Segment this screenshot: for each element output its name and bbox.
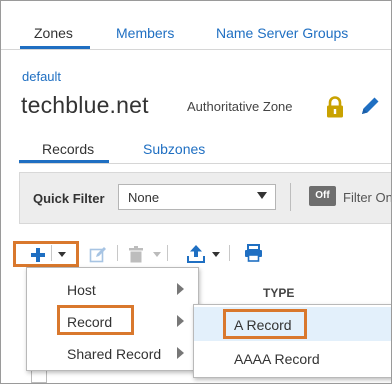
divider [229,245,230,261]
column-header-type[interactable]: TYPE [263,286,294,300]
menu-item-aaaa-record[interactable]: AAAA Record [194,341,391,375]
delete-dropdown-caret-icon[interactable] [153,252,161,257]
active-subtab-indicator [19,160,109,163]
menu-item-host[interactable]: Host [27,272,198,304]
divider [167,245,168,261]
edit-icon[interactable] [89,246,107,263]
add-dropdown-caret-icon[interactable] [58,252,66,257]
submenu-arrow-icon [177,283,184,295]
zone-editor-panel: Zones Members Name Server Groups default… [0,0,392,384]
menu-item-label: Host [67,282,96,298]
divider [51,245,52,261]
print-icon[interactable] [244,244,263,262]
filter-on-label: Filter On [343,190,392,205]
tab-records[interactable]: Records [42,141,94,157]
submenu-arrow-icon [177,315,184,327]
divider [290,183,291,211]
chevron-down-icon [257,192,267,199]
menu-item-record[interactable]: Record [27,304,198,336]
menu-item-label: A Record [234,317,292,333]
menu-item-label: Record [67,314,113,330]
quick-filter-value: None [128,190,160,205]
submenu-arrow-icon [177,347,184,359]
filter-toggle[interactable]: Off [309,186,336,206]
lock-icon[interactable] [325,96,345,118]
quick-filter-select[interactable]: None [118,184,276,210]
top-tab-bar: Zones Members Name Server Groups [1,1,391,50]
tab-name-server-groups[interactable]: Name Server Groups [216,25,348,41]
tab-subzones[interactable]: Subzones [143,141,205,157]
add-icon[interactable] [30,247,46,263]
add-dropdown-menu: Host Record Shared Record [26,267,199,371]
divider [117,245,118,261]
export-dropdown-caret-icon[interactable] [212,252,220,257]
menu-item-a-record[interactable]: A Record [194,307,391,341]
tab-members[interactable]: Members [116,25,174,41]
breadcrumb-default[interactable]: default [22,69,61,84]
quick-filter-label: Quick Filter [33,191,105,206]
sub-tab-bar: Records Subzones [19,131,391,164]
menu-item-label: Shared Record [67,346,162,362]
zone-title: techblue.net [21,92,149,118]
zone-type-label: Authoritative Zone [187,99,293,114]
menu-item-shared-record[interactable]: Shared Record [27,336,198,368]
quick-filter-bar: Quick Filter None Off Filter On [19,172,392,224]
tab-zones[interactable]: Zones [34,25,73,41]
export-icon[interactable] [187,244,205,263]
add-button-highlight [13,241,79,267]
active-tab-indicator [20,46,90,49]
record-submenu: A Record AAAA Record [193,304,391,378]
pencil-icon[interactable] [359,95,381,117]
records-toolbar [1,237,391,269]
menu-item-label: AAAA Record [234,351,320,367]
delete-icon[interactable] [129,246,143,263]
